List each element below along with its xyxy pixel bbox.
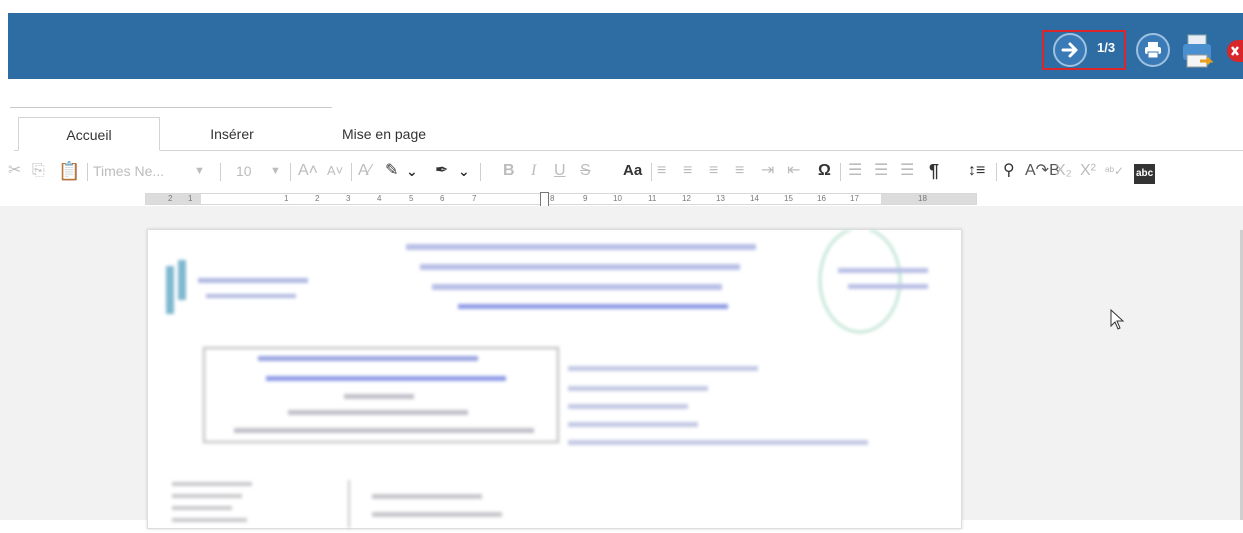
ribbon-tabs: Accueil Insérer Mise en page xyxy=(14,117,1243,151)
indent-icon[interactable]: ⇥ xyxy=(761,161,774,181)
divider xyxy=(87,163,88,181)
grow-font-icon[interactable]: A˄ xyxy=(298,161,318,181)
close-icon xyxy=(1231,46,1239,56)
ruler-tick: 4 xyxy=(377,194,382,203)
ruler-tick: 14 xyxy=(750,194,759,203)
font-size-select[interactable]: 10 xyxy=(236,161,252,181)
divider xyxy=(220,163,221,181)
cut-icon[interactable]: ✂ xyxy=(8,161,21,181)
spellcheck-icon[interactable]: ᵃᵇ✓ xyxy=(1105,161,1124,181)
divider xyxy=(840,163,841,181)
mouse-cursor-icon xyxy=(1110,309,1125,330)
hospital-logo xyxy=(166,260,308,314)
multilevel-list-icon[interactable]: ☰ xyxy=(900,161,914,181)
ruler-tick: 16 xyxy=(817,194,826,203)
formatting-toolbar: ✂ ⎘ 📋 Times Ne... ▼ 10 ▼ A˄ A˅ A⁄ ✎ ⌄ ✒ … xyxy=(0,155,1243,189)
ruler-tick: 18 xyxy=(918,194,927,203)
ruler-tick: 11 xyxy=(648,194,657,203)
ruler-tick: 1 xyxy=(284,194,289,203)
ruler-margin-right xyxy=(881,194,976,204)
ruler-tick: 7 xyxy=(472,194,477,203)
subscript-icon[interactable]: X₂ xyxy=(1055,161,1072,181)
font-color-icon[interactable]: ✒ xyxy=(435,161,448,181)
tab-label: Accueil xyxy=(66,127,112,143)
ruler-tick: 17 xyxy=(850,194,859,203)
ruler-tick: 3 xyxy=(346,194,351,203)
ruler-tick: 2 xyxy=(168,194,173,203)
address-box xyxy=(202,346,560,444)
outdent-icon[interactable]: ⇤ xyxy=(787,161,800,181)
chevron-down-icon[interactable]: ⌄ xyxy=(458,161,470,181)
paste-icon[interactable]: 📋 xyxy=(58,161,80,181)
tab-accueil[interactable]: Accueil xyxy=(18,117,160,151)
ruler[interactable]: 2 1 1 2 3 4 5 6 7 8 9 10 11 12 13 14 15 … xyxy=(145,193,977,205)
document-canvas[interactable] xyxy=(0,206,1243,529)
show-formatting-button[interactable]: ¶ xyxy=(929,161,939,181)
bold-icon[interactable]: B xyxy=(503,161,515,181)
chevron-down-icon[interactable]: ▼ xyxy=(194,161,205,181)
copy-icon[interactable]: ⎘ xyxy=(32,161,45,181)
ruler-tick: 6 xyxy=(440,194,445,203)
ruler-tick: 5 xyxy=(409,194,414,203)
chevron-down-icon[interactable]: ▼ xyxy=(270,161,281,181)
clear-format-icon[interactable]: A⁄ xyxy=(358,161,371,181)
tab-label: Insérer xyxy=(210,126,254,142)
ruler-tick: 12 xyxy=(682,194,691,203)
divider xyxy=(480,163,481,181)
find-icon[interactable]: ⚲ xyxy=(1003,161,1015,181)
right-logo xyxy=(818,226,928,334)
superscript-icon[interactable]: X² xyxy=(1080,161,1096,181)
print-button[interactable] xyxy=(1136,33,1170,67)
highlight-icon[interactable]: ✎ xyxy=(385,161,398,181)
divider xyxy=(290,163,291,181)
divider xyxy=(996,163,997,181)
divider xyxy=(351,163,352,181)
ruler-margin-left xyxy=(146,194,201,204)
underline-icon[interactable]: U xyxy=(554,161,566,181)
ruler-tick: 1 xyxy=(188,194,193,203)
strikethrough-format-icon[interactable]: abc xyxy=(1134,164,1156,184)
shrink-font-icon[interactable]: A˅ xyxy=(327,161,343,181)
ruler-tick: 2 xyxy=(315,194,320,203)
numbered-list-icon[interactable]: ☰ xyxy=(874,161,888,181)
top-bar: 1/3 xyxy=(8,13,1243,79)
tab-label: Mise en page xyxy=(341,126,427,142)
ruler-tick: 15 xyxy=(784,194,793,203)
print-export-icon xyxy=(1183,34,1214,68)
change-case-button[interactable]: Aa xyxy=(623,161,642,181)
symbol-button[interactable]: Ω xyxy=(818,161,831,181)
ruler-tick: 10 xyxy=(613,194,622,203)
printer-icon xyxy=(1145,42,1161,59)
document-page[interactable] xyxy=(147,226,962,529)
ruler-tick: 9 xyxy=(583,194,588,203)
divider xyxy=(651,163,652,181)
tab-inserer[interactable]: Insérer xyxy=(182,117,282,151)
font-name-select[interactable]: Times Ne... xyxy=(93,161,164,181)
next-page-button[interactable] xyxy=(1053,33,1087,67)
header-text-lines xyxy=(406,244,756,309)
body-text-lines xyxy=(172,480,502,528)
blurred-document-content xyxy=(166,226,928,528)
justify-icon[interactable]: ≡ xyxy=(735,161,744,181)
print-preview-button[interactable] xyxy=(1178,31,1218,71)
ruler-tick: 13 xyxy=(716,194,725,203)
recipient-lines xyxy=(568,366,868,445)
ruler-tick: 8 xyxy=(550,194,555,203)
bullet-list-icon[interactable]: ☰ xyxy=(848,161,862,181)
chevron-down-icon[interactable]: ⌄ xyxy=(406,161,418,181)
align-left-icon[interactable]: ≡ xyxy=(657,161,666,181)
divider xyxy=(10,107,332,108)
align-right-icon[interactable]: ≡ xyxy=(709,161,718,181)
close-button[interactable] xyxy=(1227,40,1243,62)
arrow-right-icon xyxy=(1061,42,1078,58)
align-center-icon[interactable]: ≡ xyxy=(683,161,692,181)
italic-icon[interactable]: I xyxy=(531,161,536,181)
page-indicator: 1/3 xyxy=(1097,40,1116,55)
line-spacing-icon[interactable]: ↕≡ xyxy=(968,161,985,181)
tab-mise-en-page[interactable]: Mise en page xyxy=(314,117,454,151)
strikethrough-icon[interactable]: S xyxy=(580,161,591,181)
